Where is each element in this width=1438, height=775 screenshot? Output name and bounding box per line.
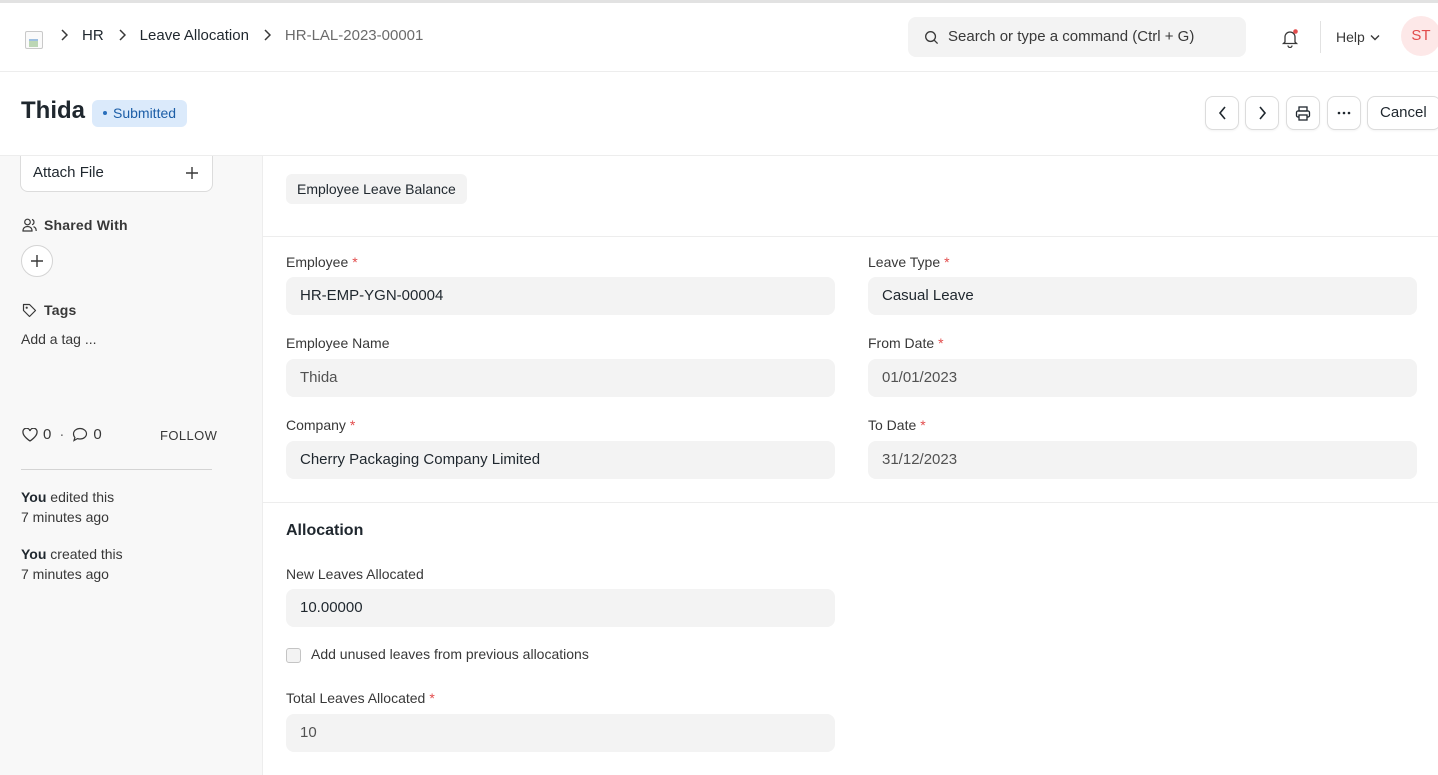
notification-bell-icon[interactable] [1280,28,1300,48]
leave-type-label: Leave Type * [868,254,950,270]
required-marker: * [920,417,926,433]
search-placeholder: Search or type a command (Ctrl + G) [948,28,1195,45]
separator-dot: · [59,426,65,443]
activity-time: 7 minutes ago [21,509,109,525]
search-icon [925,31,939,45]
employee-name-field: Thida [286,359,835,397]
employee-name-label: Employee Name [286,335,390,351]
page-title: Thida [21,97,85,124]
page-head: Thida Submitted Cancel [0,72,1438,156]
chevron-right-icon [60,28,70,44]
plus-icon [186,167,198,179]
printer-icon [1295,105,1311,121]
breadcrumb: HR Leave Allocation HR-LAL-2023-00001 [60,27,437,44]
activity-actor: You [21,546,47,562]
more-actions-button[interactable] [1327,96,1361,130]
cancel-button[interactable]: Cancel [1367,96,1438,130]
leave-type-field[interactable]: Casual Leave [868,277,1417,315]
new-leaves-label: New Leaves Allocated [286,566,424,582]
employee-leave-balance-button[interactable]: Employee Leave Balance [286,174,467,204]
heart-icon[interactable] [22,427,38,442]
attach-file-button[interactable]: Attach File [20,156,213,192]
breadcrumb-leave-allocation[interactable]: Leave Allocation [140,27,249,44]
from-date-label-text: From Date [868,335,935,351]
activity-action: edited this [50,489,115,505]
required-marker: * [944,254,950,270]
carry-forward-checkbox[interactable] [286,648,301,663]
status-dot-icon [103,111,107,116]
required-marker: * [352,254,358,270]
form-body: Employee Leave Balance Employee * HR-EMP-… [262,156,1438,775]
required-marker: * [429,690,435,706]
add-tag-link[interactable]: Add a tag ... [21,331,97,347]
print-button[interactable] [1286,96,1320,130]
activity-item: You created this 7 minutes ago [21,544,123,584]
shared-with-label: Shared With [44,217,128,233]
from-date-field[interactable]: 01/01/2023 [868,359,1417,397]
add-share-button[interactable] [21,245,53,277]
form-sidebar: Attach File Shared With Tags Add a tag .… [0,156,262,775]
next-doc-button[interactable] [1245,96,1279,130]
shared-with-heading: Shared With [22,217,128,233]
chevron-right-icon [263,28,273,44]
company-field[interactable]: Cherry Packaging Company Limited [286,441,835,479]
chevron-right-icon [118,28,128,44]
search-bar[interactable]: Search or type a command (Ctrl + G) [908,17,1246,57]
comment-icon[interactable] [72,427,88,442]
navbar-divider [1320,21,1321,53]
section-divider [263,502,1438,503]
leave-type-label-text: Leave Type [868,254,941,270]
status-label: Submitted [113,105,177,121]
help-label: Help [1336,29,1365,45]
to-date-label-text: To Date [868,417,917,433]
employee-label: Employee * [286,254,358,270]
previous-doc-button[interactable] [1205,96,1239,130]
avatar[interactable]: ST [1401,16,1438,56]
chevron-right-icon [1258,106,1266,120]
activity-item: You edited this 7 minutes ago [21,487,114,527]
employee-field[interactable]: HR-EMP-YGN-00004 [286,277,835,315]
navbar: HR Leave Allocation HR-LAL-2023-00001 Se… [0,3,1438,72]
tag-icon [22,303,37,317]
plus-icon [31,255,43,267]
company-label-text: Company [286,417,346,433]
activity-time: 7 minutes ago [21,566,109,582]
total-leaves-label: Total Leaves Allocated * [286,690,435,706]
breadcrumb-hr[interactable]: HR [82,27,104,44]
activity-actor: You [21,489,47,505]
company-label: Company * [286,417,355,433]
attach-file-label: Attach File [33,164,104,181]
to-date-label: To Date * [868,417,926,433]
chevron-down-icon [1370,34,1380,40]
new-leaves-allocated-field[interactable]: 10.00000 [286,589,835,627]
ellipsis-icon [1337,111,1351,115]
tags-label: Tags [44,302,77,318]
help-dropdown[interactable]: Help [1336,29,1380,45]
section-divider [263,236,1438,237]
comment-count: 0 [93,426,102,443]
follow-button[interactable]: FOLLOW [160,428,217,443]
app-logo[interactable] [25,31,43,49]
activity-action: created this [50,546,123,562]
required-marker: * [938,335,944,351]
engagement-counts: 0 · 0 [22,426,102,443]
total-leaves-allocated-field: 10 [286,714,835,752]
users-icon [22,218,37,232]
to-date-field[interactable]: 31/12/2023 [868,441,1417,479]
carry-forward-label[interactable]: Add unused leaves from previous allocati… [311,646,589,662]
breadcrumb-current-doc[interactable]: HR-LAL-2023-00001 [285,27,423,44]
like-count: 0 [43,426,52,443]
employee-label-text: Employee [286,254,349,270]
allocation-section-title: Allocation [286,522,364,539]
tags-heading: Tags [22,302,76,318]
total-leaves-label-text: Total Leaves Allocated [286,690,426,706]
required-marker: * [349,417,356,433]
sidebar-divider [21,469,212,470]
from-date-label: From Date * [868,335,944,351]
chevron-left-icon [1218,106,1226,120]
status-badge: Submitted [92,100,188,127]
